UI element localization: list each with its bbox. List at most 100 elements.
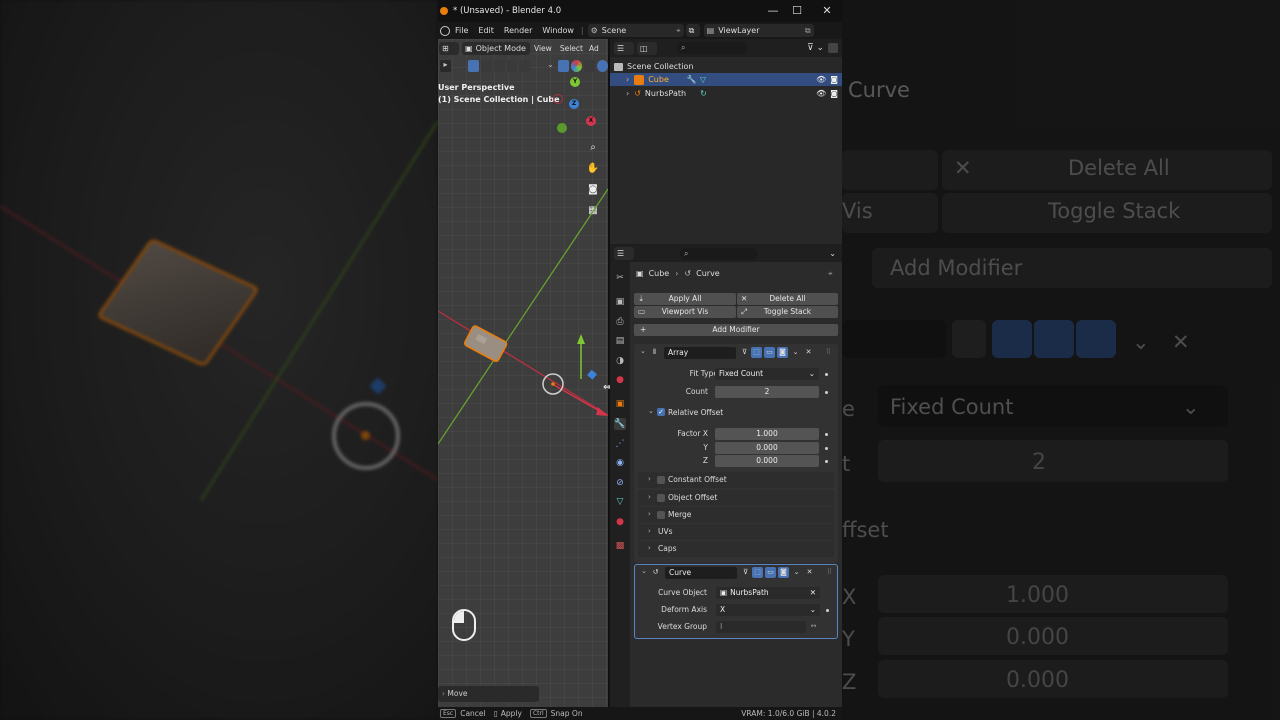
relative-offset-checkbox[interactable]: ✓ — [657, 408, 665, 416]
maximize-button[interactable]: ☐ — [790, 4, 804, 18]
search-input[interactable]: ⌕ — [677, 42, 747, 54]
keyframe-dot[interactable] — [825, 391, 828, 394]
fit-type-dropdown[interactable]: Fixed Count ⌄ — [715, 368, 819, 380]
data-tab-icon[interactable]: ▽ — [614, 496, 626, 508]
keyframe-dot[interactable] — [825, 447, 828, 450]
editor-type-icon[interactable]: ☰ — [614, 247, 634, 260]
count-field[interactable]: 2 — [715, 386, 819, 398]
minimize-button[interactable]: — — [766, 4, 780, 18]
filter-icon[interactable]: ⊽ ⌄ — [807, 43, 824, 53]
cage-toggle-icon[interactable]: ⬚ — [751, 347, 762, 358]
pin-icon[interactable]: ⌖ — [828, 269, 833, 279]
display-mode-icon[interactable]: ◫ — [637, 41, 657, 55]
keyframe-dot[interactable] — [826, 609, 829, 612]
constraints-tab-icon[interactable]: ⊘ — [614, 477, 626, 489]
object-icon: ▣ — [720, 588, 728, 597]
modifier-name-input[interactable]: Array — [664, 347, 736, 359]
subpanel-caps[interactable]: › Caps — [638, 541, 834, 557]
drag-handle-icon[interactable]: ⠿ — [823, 347, 834, 358]
new-collection-icon[interactable] — [828, 43, 838, 53]
toggle-stack-button[interactable]: ⤢ Toggle Stack — [737, 306, 838, 318]
merge-checkbox[interactable] — [657, 511, 665, 519]
add-modifier-button[interactable]: + Add Modifier — [634, 324, 838, 336]
editor-type-icon[interactable]: ☰ — [614, 41, 634, 55]
menu-file[interactable]: File — [450, 26, 473, 35]
object-offset-checkbox[interactable] — [657, 494, 665, 502]
texture-tab-icon[interactable]: ▩ — [614, 540, 626, 552]
curve-object-field[interactable]: ▣ NurbsPath ✕ — [716, 587, 820, 599]
view-layer-selector[interactable]: ▤ ViewLayer ⧉ — [703, 24, 814, 37]
keyframe-dot[interactable] — [825, 373, 828, 376]
close-icon[interactable]: ✕ — [803, 347, 814, 358]
menu-edit[interactable]: Edit — [473, 26, 499, 35]
scene-tab-icon[interactable]: ◑ — [614, 355, 626, 367]
world-tab-icon[interactable]: ● — [614, 374, 626, 386]
render-toggle-icon[interactable]: ◙ — [778, 567, 789, 578]
edit-mode-toggle-icon[interactable]: ⊽ — [740, 567, 751, 578]
vertex-group-field[interactable]: ⁝ — [716, 621, 806, 633]
viewport-vis-button[interactable]: ▭ Viewport Vis — [634, 306, 736, 318]
outliner-row-scene-collection[interactable]: Scene Collection — [610, 60, 842, 73]
cage-toggle-icon[interactable]: ⬚ — [752, 567, 763, 578]
outliner-row-cube[interactable]: › Cube 🔧 ▽ 👁 ◙ — [610, 73, 842, 86]
new-scene-button[interactable]: ⧉ — [685, 24, 700, 37]
search-input[interactable]: ⌕ — [680, 247, 758, 260]
menu-render[interactable]: Render — [499, 26, 537, 35]
material-tab-icon[interactable]: ● — [614, 516, 626, 528]
chevron-right-icon[interactable]: › — [626, 75, 629, 84]
view-layer-tab-icon[interactable]: ▤ — [614, 335, 626, 347]
menu-window[interactable]: Window — [537, 26, 579, 35]
apply-all-button[interactable]: ⇣ Apply All — [634, 293, 736, 305]
deform-axis-dropdown[interactable]: X ⌄ — [716, 604, 820, 616]
mesh-data-icon[interactable]: ▽ — [700, 75, 706, 84]
viewport-toggle-icon[interactable]: ▭ — [764, 347, 775, 358]
eye-icon[interactable]: 👁 — [816, 89, 826, 98]
object-tab-icon[interactable]: ▣ — [614, 398, 626, 410]
copy-icon[interactable]: ⧉ — [805, 26, 811, 36]
curve-data-icon[interactable]: ↻ — [700, 89, 707, 98]
modifier-tab-icon[interactable]: 🔧 — [614, 418, 626, 430]
pin-icon[interactable]: ⌖ — [676, 26, 681, 36]
chevron-down-icon[interactable]: ⌄ — [648, 407, 654, 415]
constant-offset-checkbox[interactable] — [657, 476, 665, 484]
chevron-down-icon[interactable]: ⌄ — [829, 249, 836, 258]
chevron-down-icon[interactable]: ⌄ — [790, 347, 801, 358]
physics-tab-icon[interactable]: ◉ — [614, 457, 626, 469]
eye-icon[interactable]: 👁 — [816, 75, 826, 84]
invert-arrows-icon[interactable]: ↔ — [808, 621, 819, 632]
operator-panel[interactable]: › Move — [438, 686, 539, 702]
drag-handle-icon[interactable]: ⠿ — [824, 567, 835, 578]
subpanel-constant-offset[interactable]: › Constant Offset — [638, 472, 834, 488]
clear-icon[interactable]: ✕ — [810, 587, 816, 599]
viewport-toggle-icon[interactable]: ▭ — [765, 567, 776, 578]
edit-mode-toggle-icon[interactable]: ⊽ — [739, 347, 750, 358]
subpanel-object-offset[interactable]: › Object Offset — [638, 490, 834, 506]
particles-tab-icon[interactable]: ⋰ — [614, 438, 626, 450]
modifier-name-input[interactable]: Curve — [665, 567, 737, 579]
scene-selector[interactable]: ⚙ Scene ⌖ — [587, 24, 684, 37]
chevron-down-icon[interactable]: ⌄ — [791, 567, 802, 578]
factor-y-field[interactable]: 0.000 — [715, 442, 819, 454]
delete-all-button[interactable]: ✕ Delete All — [737, 293, 838, 305]
camera-render-icon[interactable]: ◙ — [830, 89, 838, 98]
subpanel-uvs[interactable]: › UVs — [638, 524, 834, 540]
factor-x-field[interactable]: 1.000 — [715, 428, 819, 440]
chevron-down-icon[interactable]: ⌄ — [640, 347, 646, 355]
blender-menu-icon[interactable] — [440, 25, 450, 36]
wrench-modifier-icon[interactable]: 🔧 — [687, 75, 697, 84]
chevron-right-icon[interactable]: › — [626, 89, 629, 98]
factor-z-field[interactable]: 0.000 — [715, 455, 819, 467]
close-button[interactable]: ✕ — [820, 4, 834, 18]
3d-viewport[interactable]: ⊞ ▣ Object Mode View Select Ad ▸ ⌄ User … — [438, 39, 608, 707]
camera-render-icon[interactable]: ◙ — [830, 75, 838, 84]
outliner-row-nurbspath[interactable]: › ↺ NurbsPath ↻ 👁 ◙ — [610, 87, 842, 100]
subpanel-merge[interactable]: › Merge — [638, 507, 834, 523]
keyframe-dot[interactable] — [825, 460, 828, 463]
close-icon[interactable]: ✕ — [804, 567, 815, 578]
tool-tab-icon[interactable]: ✂ — [614, 272, 626, 284]
render-toggle-icon[interactable]: ◙ — [777, 347, 788, 358]
render-tab-icon[interactable]: ▣ — [614, 296, 626, 308]
output-tab-icon[interactable]: ⎙ — [614, 316, 626, 328]
keyframe-dot[interactable] — [825, 433, 828, 436]
chevron-down-icon[interactable]: ⌄ — [641, 567, 647, 575]
